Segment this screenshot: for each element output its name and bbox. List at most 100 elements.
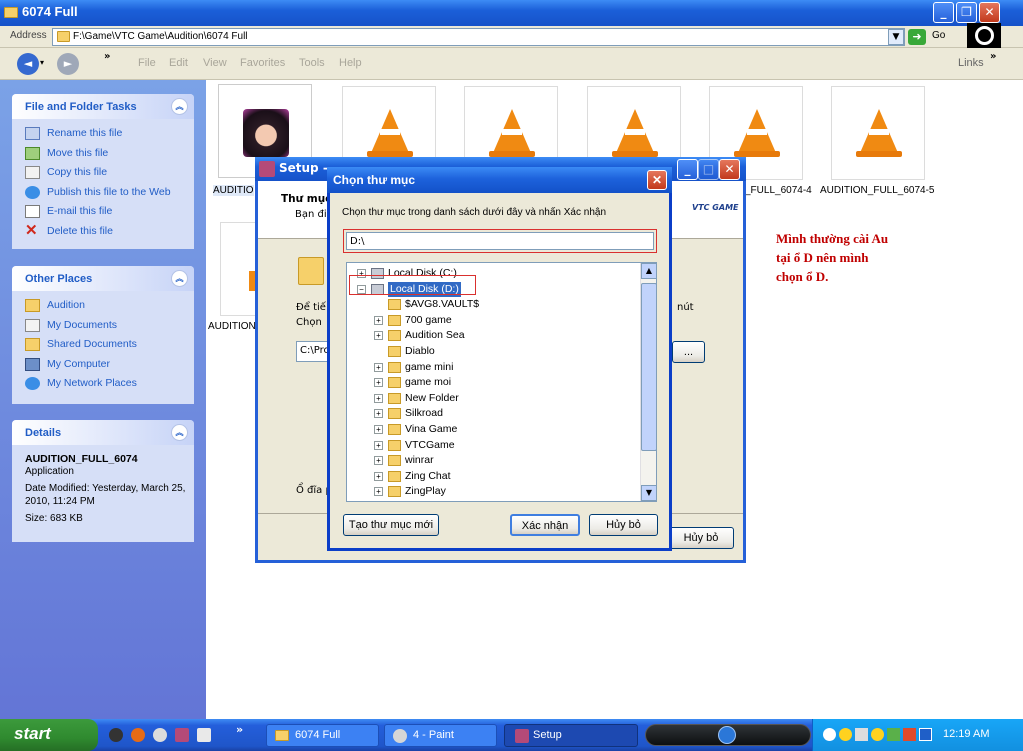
scroll-up-icon[interactable]: ▲ <box>641 263 656 279</box>
start-button[interactable]: start <box>0 719 98 751</box>
tree-folder-item[interactable]: + ZingPlay <box>347 484 637 500</box>
close-button[interactable]: ✕ <box>979 2 1000 23</box>
expand-icon[interactable]: + <box>374 409 383 419</box>
expand-icon[interactable]: + <box>374 393 383 403</box>
tree-folder-item[interactable]: + New Folder <box>347 391 637 407</box>
expand-icon[interactable]: + <box>374 425 383 434</box>
menu-tools[interactable]: Tools <box>299 57 325 69</box>
file-label[interactable]: _FULL_6074-4 <box>745 185 812 196</box>
media-player-toolbar[interactable] <box>645 724 811 746</box>
back-dropdown-icon[interactable]: ▾ <box>40 58 44 67</box>
minimize-button[interactable]: _ <box>933 2 954 23</box>
scroll-thumb[interactable] <box>641 283 656 451</box>
expand-icon[interactable]: + <box>374 487 383 497</box>
file-thumbnail[interactable] <box>831 86 925 180</box>
install-path-input[interactable]: C:\Pro <box>296 341 331 362</box>
quicklaunch-icon[interactable] <box>109 728 123 742</box>
browse-button[interactable]: ... <box>672 341 705 363</box>
tree-folder-item[interactable]: + Zing Chat <box>347 469 637 485</box>
publish-file-link[interactable]: Publish this file to the Web <box>12 183 194 203</box>
move-file-link[interactable]: Move this file <box>12 144 194 164</box>
file-label[interactable]: AUDITIO <box>213 185 254 196</box>
tree-folder-item[interactable]: $AVG8.VAULT$ <box>347 297 637 313</box>
rename-file-link[interactable]: Rename this file <box>12 124 194 144</box>
expand-icon[interactable]: + <box>374 362 383 372</box>
tree-folder-item[interactable]: + VTCGame <box>347 438 637 454</box>
collapse-icon[interactable]: ︽ <box>171 270 188 287</box>
menu-favorites[interactable]: Favorites <box>240 57 285 69</box>
menu-edit[interactable]: Edit <box>169 57 188 69</box>
tree-folder-item[interactable]: + game moi <box>347 375 637 391</box>
tray-icon[interactable] <box>919 728 932 741</box>
address-input[interactable]: F:\Game\VTC Game\Audition\6074 Full <box>52 28 905 46</box>
file-thumbnail[interactable] <box>220 222 261 316</box>
tray-icon[interactable] <box>823 728 836 741</box>
task-paint[interactable]: 4 - Paint <box>384 724 497 747</box>
panel-title[interactable]: Other Places ︽ <box>12 266 194 291</box>
audition-icon[interactable] <box>175 728 189 742</box>
tree-folder-item[interactable]: + game mini <box>347 360 637 376</box>
expand-icon[interactable]: + <box>374 315 383 325</box>
setup-close-button[interactable]: ✕ <box>719 159 740 180</box>
tree-folder-item[interactable]: + Silkroad <box>347 406 637 422</box>
place-my-computer-link[interactable]: My Computer <box>12 355 194 375</box>
dialog-close-button[interactable]: ✕ <box>647 170 667 190</box>
expand-icon[interactable]: + <box>374 440 383 450</box>
tree-folder-item[interactable]: + Audition Sea <box>347 328 637 344</box>
maximize-button[interactable]: ❐ <box>956 2 977 23</box>
dialog-cancel-button[interactable]: Hủy bỏ <box>589 514 658 536</box>
tray-icon[interactable] <box>839 728 852 741</box>
tray-icon[interactable] <box>887 728 900 741</box>
forward-icon[interactable]: ► <box>57 53 79 75</box>
tray-icon[interactable] <box>855 728 868 741</box>
links-button[interactable]: Links <box>958 57 984 69</box>
tray-icon[interactable] <box>871 728 884 741</box>
scroll-down-icon[interactable]: ▼ <box>641 485 656 501</box>
email-file-link[interactable]: E-mail this file <box>12 202 194 222</box>
file-label[interactable]: AUDITION_FULL_6074-5 <box>820 185 935 196</box>
quicklaunch-overflow-icon[interactable]: » <box>236 723 243 736</box>
tree-folder-item[interactable]: +700 game <box>347 313 637 329</box>
setup-cancel-button[interactable]: Hủy bỏ <box>668 527 734 549</box>
go-arrow-icon[interactable]: ➜ <box>908 29 926 45</box>
place-audition-link[interactable]: Audition <box>12 296 194 316</box>
back-icon[interactable]: ◄ <box>17 53 39 75</box>
place-my-network-link[interactable]: My Network Places <box>12 374 194 394</box>
expand-icon[interactable]: + <box>374 331 383 341</box>
go-button[interactable]: Go <box>932 30 945 41</box>
address-dropdown-icon[interactable]: ▼ <box>888 29 904 45</box>
copy-file-link[interactable]: Copy this file <box>12 163 194 183</box>
dialog-path-input[interactable]: D:\ <box>346 232 654 250</box>
menu-file[interactable]: File <box>138 57 156 69</box>
place-shared-documents-link[interactable]: Shared Documents <box>12 335 194 355</box>
panel-title[interactable]: File and Folder Tasks ︽ <box>12 94 194 119</box>
pause-icon[interactable] <box>718 726 736 744</box>
firefox-icon[interactable] <box>131 728 145 742</box>
expand-icon[interactable]: + <box>374 456 383 466</box>
tray-icon[interactable] <box>903 728 916 741</box>
panel-title[interactable]: Details ︽ <box>12 420 194 445</box>
task-explorer[interactable]: 6074 Full <box>266 724 379 747</box>
tree-scrollbar[interactable]: ▲ ▼ <box>640 263 656 501</box>
toolbar-overflow-icon[interactable]: » <box>104 51 110 62</box>
tree-folder-item[interactable]: Diablo <box>347 344 637 360</box>
links-overflow-icon[interactable]: » <box>990 51 996 62</box>
setup-maximize-button[interactable]: □ <box>698 159 719 180</box>
tree-folder-item[interactable]: + Vina Game <box>347 422 637 438</box>
delete-file-link[interactable]: ✕ Delete this file <box>12 222 194 242</box>
expand-icon[interactable]: + <box>374 471 383 481</box>
file-label[interactable]: AUDITION <box>208 321 256 332</box>
place-my-documents-link[interactable]: My Documents <box>12 316 194 336</box>
menu-help[interactable]: Help <box>339 57 362 69</box>
ok-button[interactable]: Xác nhận <box>510 514 580 536</box>
setup-minimize-button[interactable]: _ <box>677 159 698 180</box>
task-setup[interactable]: Setup <box>504 724 638 747</box>
expand-icon[interactable]: + <box>374 378 383 388</box>
menu-view[interactable]: View <box>203 57 227 69</box>
quicklaunch-icon[interactable] <box>153 728 167 742</box>
tree-folder-item[interactable]: + winrar <box>347 453 637 469</box>
collapse-icon[interactable]: ︽ <box>171 98 188 115</box>
collapse-icon[interactable]: ︽ <box>171 424 188 441</box>
new-folder-button[interactable]: Tạo thư mục mới <box>343 514 439 536</box>
notepad-icon[interactable] <box>197 728 211 742</box>
